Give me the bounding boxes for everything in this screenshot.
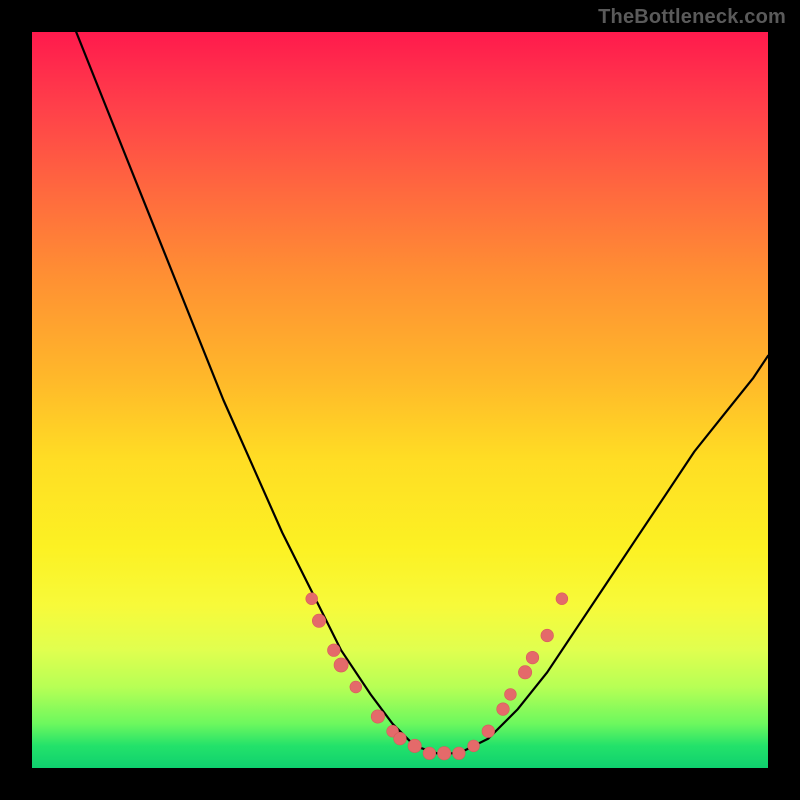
data-marker	[408, 739, 421, 752]
data-marker	[468, 740, 480, 752]
bottleneck-chart	[32, 32, 768, 768]
data-marker	[526, 651, 539, 664]
data-marker	[394, 732, 407, 745]
marker-group	[306, 593, 568, 760]
data-marker	[423, 747, 436, 760]
data-marker	[334, 658, 348, 672]
data-marker	[328, 644, 341, 657]
chart-plot-area	[32, 32, 768, 768]
data-marker	[518, 666, 531, 679]
data-marker	[497, 703, 510, 716]
data-marker	[541, 629, 554, 642]
data-marker	[350, 681, 362, 693]
data-marker	[505, 689, 517, 701]
data-marker	[556, 593, 568, 605]
data-marker	[482, 725, 495, 738]
watermark-text: TheBottleneck.com	[598, 6, 786, 29]
data-marker	[453, 747, 466, 760]
data-marker	[306, 593, 318, 605]
data-marker	[312, 614, 325, 627]
data-marker	[371, 710, 384, 723]
curve-line	[76, 32, 768, 753]
data-marker	[438, 747, 451, 760]
